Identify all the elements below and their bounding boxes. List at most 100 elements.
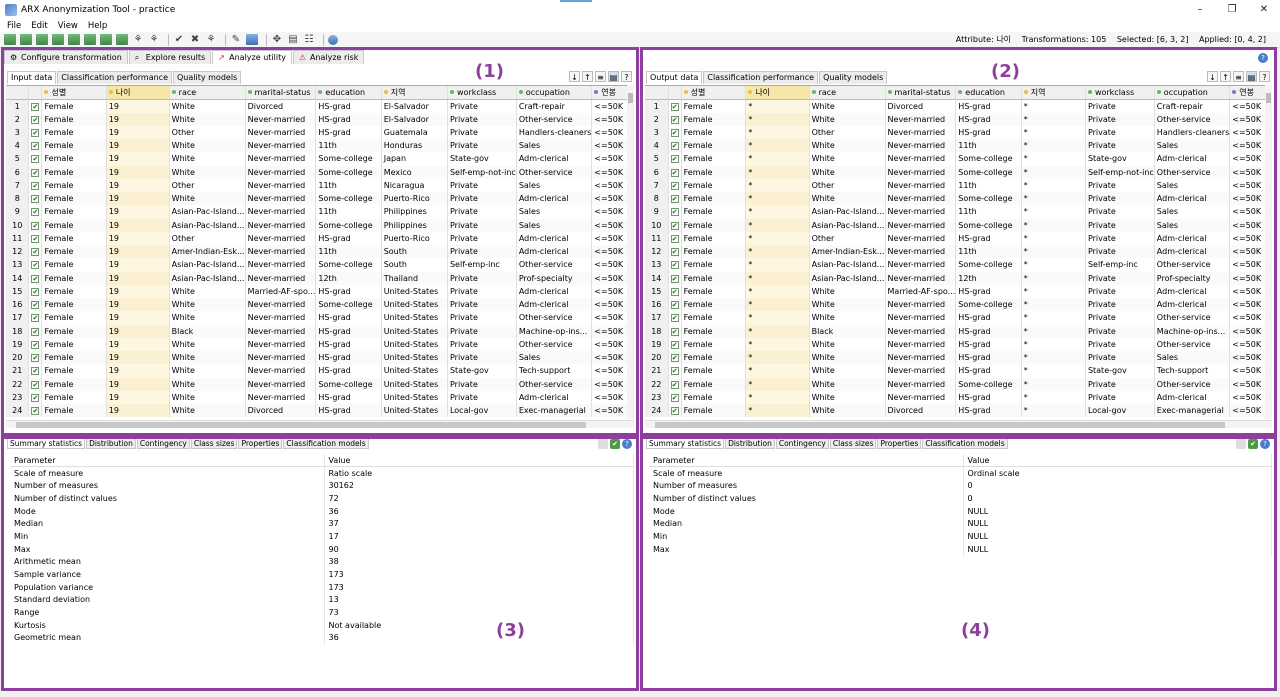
sort-up-icon[interactable]: ↑ bbox=[582, 71, 593, 82]
local-recode-icon[interactable]: ⚘ bbox=[205, 34, 217, 45]
anonymize-check-icon[interactable]: ✔ bbox=[173, 34, 185, 45]
column-header[interactable]: 연봉 bbox=[591, 86, 628, 100]
table-row[interactable]: 15 ✔ Female 19 White Married-AF-spo... HS-grad… bbox=[6, 284, 628, 298]
table-row[interactable]: 16 ✔ Female 19 White Never-married Some-colleg… bbox=[6, 298, 628, 312]
check-icon[interactable]: ✔ bbox=[31, 128, 40, 137]
move-icon[interactable]: ✥ bbox=[271, 34, 283, 45]
column-header[interactable]: 성별 bbox=[41, 86, 107, 100]
row-checkbox[interactable]: ✔ bbox=[668, 125, 682, 139]
input-data-table[interactable]: 성별 나이 race marital-status education 지역 workcla… bbox=[6, 85, 628, 419]
row-checkbox[interactable]: ✔ bbox=[668, 298, 682, 312]
check-icon[interactable]: ✔ bbox=[670, 115, 679, 124]
row-checkbox[interactable]: ✔ bbox=[28, 178, 43, 192]
row-checkbox[interactable]: ✔ bbox=[28, 112, 43, 126]
save-as-icon[interactable] bbox=[52, 34, 64, 45]
tab-classification-performance[interactable]: Classification performance bbox=[703, 71, 819, 84]
check-icon[interactable]: ✔ bbox=[31, 115, 40, 124]
column-header[interactable]: occupation bbox=[1154, 86, 1231, 100]
column-header[interactable]: marital-status bbox=[245, 86, 317, 100]
row-checkbox[interactable]: ✔ bbox=[668, 390, 682, 404]
check-icon[interactable]: ✔ bbox=[31, 208, 40, 217]
column-header[interactable]: education bbox=[955, 86, 1022, 100]
tab-class-sizes[interactable]: Class sizes bbox=[190, 439, 238, 449]
row-checkbox[interactable]: ✔ bbox=[28, 271, 43, 285]
cancel-x-icon[interactable]: ✖ bbox=[189, 34, 201, 45]
row-checkbox[interactable]: ✔ bbox=[28, 125, 43, 139]
new-project-icon[interactable] bbox=[4, 34, 16, 45]
check-icon[interactable]: ✔ bbox=[31, 314, 40, 323]
table-icon[interactable]: ▤ bbox=[608, 71, 619, 82]
check-icon[interactable]: ✔ bbox=[670, 155, 679, 164]
check-icon[interactable]: ✔ bbox=[670, 248, 679, 257]
table-row[interactable]: 2 ✔ Female * White Never-married HS-grad * Priva… bbox=[645, 112, 1266, 126]
check-icon[interactable]: ✔ bbox=[31, 102, 40, 111]
table-row[interactable]: 16 ✔ Female * White Never-married Some-college… bbox=[645, 298, 1266, 312]
column-header[interactable]: race bbox=[809, 86, 886, 100]
check-icon[interactable]: ✔ bbox=[31, 248, 40, 257]
scroll-thumb[interactable] bbox=[628, 93, 633, 103]
check-icon[interactable]: ✔ bbox=[31, 340, 40, 349]
export-data-icon[interactable] bbox=[84, 34, 96, 45]
tab-quality-models[interactable]: Quality models bbox=[819, 71, 888, 84]
table-row[interactable]: 13 ✔ Female 19 Asian-Pac-Island... Never-marr… bbox=[6, 258, 628, 272]
table-row[interactable]: 21 ✔ Female * White Never-married HS-grad * Stat… bbox=[645, 364, 1266, 378]
check-icon[interactable]: ✔ bbox=[31, 367, 40, 376]
column-header[interactable]: marital-status bbox=[885, 86, 957, 100]
check-icon[interactable]: ✔ bbox=[670, 142, 679, 151]
tab-properties[interactable]: Properties bbox=[238, 439, 283, 449]
check-icon[interactable]: ✔ bbox=[31, 393, 40, 402]
import-hierarchy-icon[interactable] bbox=[100, 34, 112, 45]
tab-summary-statistics[interactable]: Summary statistics bbox=[7, 439, 86, 449]
tab-classification-performance[interactable]: Classification performance bbox=[57, 71, 172, 84]
check-icon[interactable]: ✔ bbox=[31, 354, 40, 363]
check-icon[interactable]: ✔ bbox=[670, 301, 679, 310]
export-hierarchy-icon[interactable] bbox=[116, 34, 128, 45]
row-checkbox[interactable]: ✔ bbox=[668, 231, 682, 245]
check-icon[interactable]: ✔ bbox=[670, 274, 679, 283]
table-row[interactable]: 9 ✔ Female 19 Asian-Pac-Island... Never-marri… bbox=[6, 205, 628, 219]
open-project-icon[interactable] bbox=[20, 34, 32, 45]
tab-input-data[interactable]: Input data bbox=[7, 71, 57, 84]
check-icon[interactable]: ✔ bbox=[670, 102, 679, 111]
enable-check-icon[interactable]: ✔ bbox=[610, 439, 620, 449]
check-icon[interactable]: ✔ bbox=[31, 221, 40, 230]
pin-icon[interactable] bbox=[598, 439, 608, 449]
tab-distribution[interactable]: Distribution bbox=[725, 439, 775, 449]
output-vertical-scrollbar[interactable] bbox=[1265, 85, 1272, 419]
check-icon[interactable]: ✔ bbox=[670, 340, 679, 349]
table-row[interactable]: 4 ✔ Female * White Never-married 11th * Private S… bbox=[645, 139, 1266, 153]
table-row[interactable]: 17 ✔ Female * White Never-married HS-grad * Priv… bbox=[645, 311, 1266, 325]
table-row[interactable]: 20 ✔ Female 19 White Never-married HS-grad Unit… bbox=[6, 351, 628, 365]
column-header[interactable]: workclass bbox=[447, 86, 517, 100]
table-row[interactable]: 2 ✔ Female 19 White Never-married HS-grad El-Sa… bbox=[6, 112, 628, 126]
check-icon[interactable]: ✔ bbox=[670, 195, 679, 204]
row-checkbox[interactable]: ✔ bbox=[668, 271, 682, 285]
check-icon[interactable]: ✔ bbox=[670, 221, 679, 230]
tree-export-icon[interactable]: ⚘ bbox=[148, 34, 160, 45]
table-row[interactable]: 18 ✔ Female 19 Black Never-married HS-grad Unit… bbox=[6, 324, 628, 338]
table-row[interactable]: 13 ✔ Female * Asian-Pac-Island... Never-marri… bbox=[645, 258, 1266, 272]
menu-file[interactable]: File bbox=[7, 21, 21, 31]
tab-output-data[interactable]: Output data bbox=[646, 71, 703, 84]
table-row[interactable]: 7 ✔ Female 19 Other Never-married 11th Nicaragu… bbox=[6, 178, 628, 192]
close-button[interactable]: ✕ bbox=[1248, 0, 1280, 20]
row-checkbox[interactable]: ✔ bbox=[668, 258, 682, 272]
check-icon[interactable]: ✔ bbox=[670, 354, 679, 363]
row-checkbox[interactable]: ✔ bbox=[668, 99, 682, 113]
tab-classification-models[interactable]: Classification models bbox=[283, 439, 369, 449]
table-row[interactable]: 8 ✔ Female * White Never-married Some-college *… bbox=[645, 192, 1266, 206]
check-icon[interactable]: ✔ bbox=[670, 327, 679, 336]
check-icon[interactable]: ✔ bbox=[31, 168, 40, 177]
column-header[interactable]: education bbox=[315, 86, 382, 100]
check-icon[interactable]: ✔ bbox=[31, 380, 40, 389]
check-icon[interactable]: ✔ bbox=[31, 407, 40, 416]
table-row[interactable]: 6 ✔ Female 19 White Never-married Some-college… bbox=[6, 165, 628, 179]
tab-explore-results[interactable]: ⌕ Explore results bbox=[128, 50, 212, 64]
list-icon[interactable]: ▤ bbox=[287, 34, 299, 45]
check-icon[interactable]: ✔ bbox=[670, 128, 679, 137]
sort-down-icon[interactable]: ↓ bbox=[569, 71, 580, 82]
menu-help[interactable]: Help bbox=[88, 21, 107, 31]
tab-classification-models[interactable]: Classification models bbox=[922, 439, 1008, 449]
row-checkbox[interactable]: ✔ bbox=[668, 178, 682, 192]
table-view-icon[interactable] bbox=[246, 34, 258, 45]
